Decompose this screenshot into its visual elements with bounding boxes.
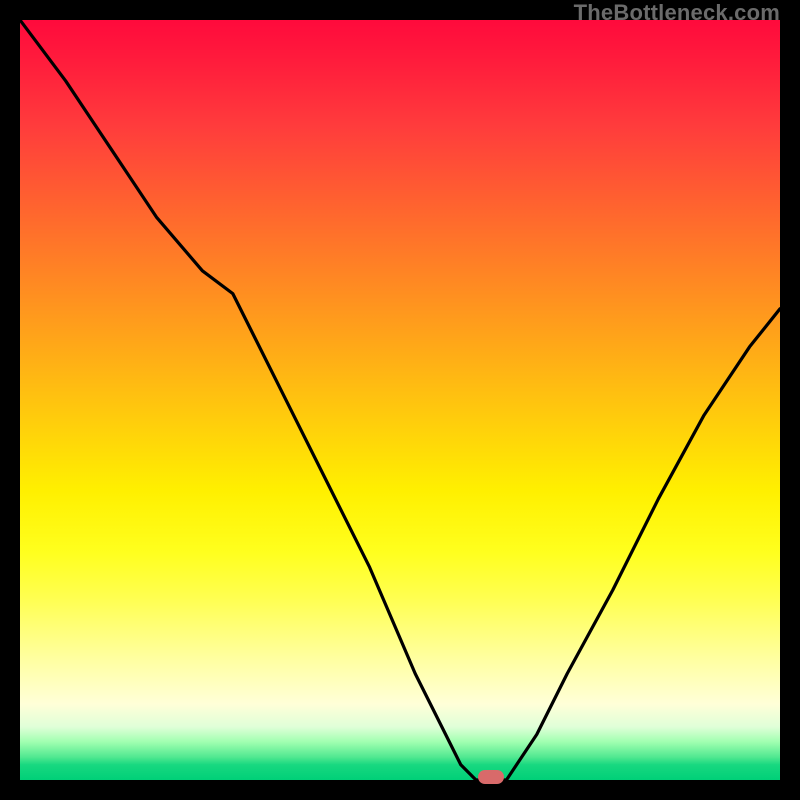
bottleneck-curve [20,20,780,780]
plot-area [20,20,780,780]
curve-svg [20,20,780,780]
optimal-marker [478,770,504,784]
watermark-text: TheBottleneck.com [574,0,780,26]
